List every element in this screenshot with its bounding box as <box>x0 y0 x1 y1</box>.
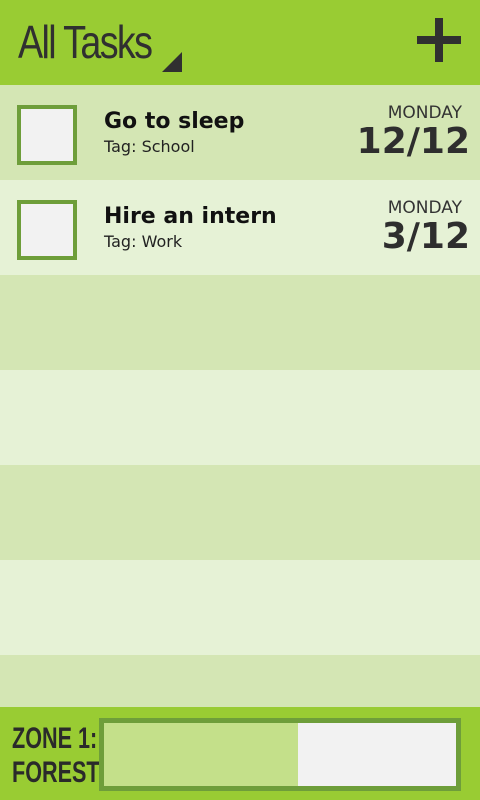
page-title[interactable]: All Tasks <box>18 14 153 70</box>
zone-label: ZONE 1: <box>12 722 98 755</box>
empty-row <box>0 655 480 707</box>
task-list: Go to sleep Tag: School MONDAY 12/12 Hir… <box>0 85 480 707</box>
task-title: Go to sleep <box>104 109 245 134</box>
task-checkbox[interactable] <box>17 200 77 260</box>
task-date: 12/12 <box>356 121 470 162</box>
task-day: MONDAY <box>387 103 462 123</box>
task-row[interactable]: Go to sleep Tag: School MONDAY 12/12 <box>0 85 480 180</box>
header-bar: All Tasks <box>0 0 480 85</box>
task-day: MONDAY <box>387 198 462 218</box>
empty-row <box>0 560 480 655</box>
task-row[interactable]: Hire an intern Tag: Work MONDAY 3/12 <box>0 180 480 275</box>
task-tag: Tag: Work <box>104 232 183 251</box>
task-date: 3/12 <box>381 216 470 257</box>
empty-row <box>0 370 480 465</box>
zone-progress-fill <box>104 723 298 786</box>
plus-icon-vertical <box>435 18 443 62</box>
task-checkbox[interactable] <box>17 105 77 165</box>
footer-bar: ZONE 1: FOREST <box>0 707 480 800</box>
add-task-button[interactable] <box>414 18 464 64</box>
task-title: Hire an intern <box>104 204 277 229</box>
empty-row <box>0 275 480 370</box>
task-tag: Tag: School <box>104 137 195 156</box>
zone-progress-bar <box>99 718 461 791</box>
zone-name: FOREST <box>12 756 100 789</box>
app-screen: All Tasks Go to sleep Tag: School MONDAY… <box>0 0 480 800</box>
dropdown-corner-icon[interactable] <box>162 52 182 72</box>
empty-row <box>0 465 480 560</box>
